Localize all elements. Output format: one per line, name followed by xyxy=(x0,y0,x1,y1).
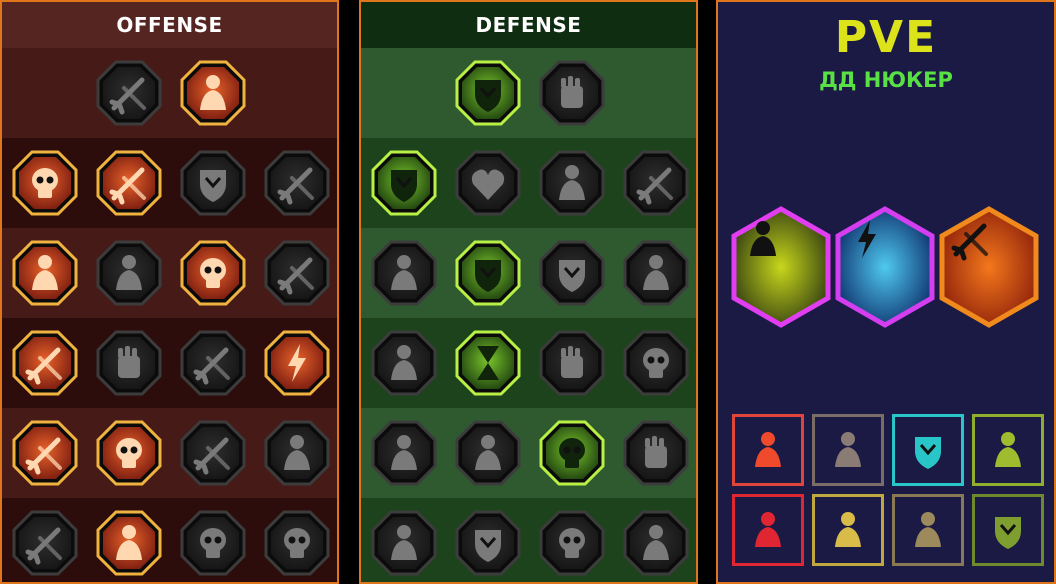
spear-rain-icon[interactable] xyxy=(96,150,162,216)
pve-subtitle: ДД НЮКЕР xyxy=(819,68,953,92)
lightning-hammer-icon[interactable] xyxy=(834,206,936,328)
winged-shield-icon[interactable] xyxy=(455,510,521,576)
pierced-warrior-icon[interactable] xyxy=(12,240,78,306)
defense-title: DEFENSE xyxy=(361,2,696,48)
offense-title: OFFENSE xyxy=(2,2,337,48)
dash-runner-icon[interactable] xyxy=(371,420,437,486)
sparkle-sword-icon[interactable] xyxy=(12,510,78,576)
crossed-blades-icon[interactable] xyxy=(623,150,689,216)
stone-golem-icon[interactable] xyxy=(539,150,605,216)
chevron-shield-icon[interactable] xyxy=(371,150,437,216)
skull-slash-icon[interactable] xyxy=(180,240,246,306)
axe-icon[interactable] xyxy=(180,330,246,396)
shield-banner-icon[interactable] xyxy=(972,494,1044,566)
hooded-monk-icon[interactable] xyxy=(623,240,689,306)
radiant-angel-icon[interactable] xyxy=(812,494,884,566)
demon-warrior-icon[interactable] xyxy=(12,150,78,216)
star-burst-icon[interactable] xyxy=(892,494,964,566)
flaming-helmet-icon[interactable] xyxy=(96,510,162,576)
grab-hand-icon[interactable] xyxy=(623,420,689,486)
fangs-icon[interactable] xyxy=(96,240,162,306)
dagger-ring-icon[interactable] xyxy=(180,420,246,486)
scythe-hand-icon[interactable] xyxy=(264,240,330,306)
compass-star-icon[interactable] xyxy=(812,414,884,486)
triple-spike-icon[interactable] xyxy=(455,420,521,486)
horned-beast-icon[interactable] xyxy=(180,510,246,576)
offense-panel: OFFENSE xyxy=(0,0,339,584)
defense-panel: DEFENSE xyxy=(359,0,698,584)
sword-impact-icon[interactable] xyxy=(12,420,78,486)
radiant-skull-icon[interactable] xyxy=(539,420,605,486)
open-palm-icon[interactable] xyxy=(539,330,605,396)
defense-tier-row xyxy=(361,48,696,138)
crowd-icon[interactable] xyxy=(371,330,437,396)
heart-dagger-icon[interactable] xyxy=(264,150,330,216)
cross-shield-icon[interactable] xyxy=(892,414,964,486)
claw-slash-icon[interactable] xyxy=(180,60,246,126)
justice-scales-icon[interactable] xyxy=(730,206,832,328)
pve-title: PVE xyxy=(834,12,938,63)
crushing-fist-icon[interactable] xyxy=(96,330,162,396)
triple-skull-icon[interactable] xyxy=(96,420,162,486)
flame-axe-icon[interactable] xyxy=(938,206,1040,328)
knight-shield-icon[interactable] xyxy=(455,240,521,306)
heart-organ-icon[interactable] xyxy=(455,150,521,216)
bull-head-icon[interactable] xyxy=(623,330,689,396)
crossed-swords-icon[interactable] xyxy=(96,60,162,126)
serpent-icon[interactable] xyxy=(972,414,1044,486)
bodybuilder-icon[interactable] xyxy=(623,510,689,576)
heart-shield-icon[interactable] xyxy=(539,240,605,306)
offense-tier-row xyxy=(2,48,337,138)
screaming-warrior-icon[interactable] xyxy=(264,420,330,486)
hourglass-icon[interactable] xyxy=(455,330,521,396)
lightning-chain-icon[interactable] xyxy=(264,330,330,396)
spiked-warrior-icon[interactable] xyxy=(371,510,437,576)
wolf-icon[interactable] xyxy=(732,414,804,486)
skull-totem-icon[interactable] xyxy=(264,510,330,576)
dark-lord-icon[interactable] xyxy=(539,510,605,576)
claw-marks-icon[interactable] xyxy=(732,494,804,566)
raised-fist-icon[interactable] xyxy=(539,60,605,126)
pve-panel: PVE ДД НЮКЕР xyxy=(716,0,1056,584)
bleeding-sword-icon[interactable] xyxy=(12,330,78,396)
armor-shield-icon[interactable] xyxy=(180,150,246,216)
armor-scales-icon[interactable] xyxy=(455,60,521,126)
archer-icon[interactable] xyxy=(371,240,437,306)
